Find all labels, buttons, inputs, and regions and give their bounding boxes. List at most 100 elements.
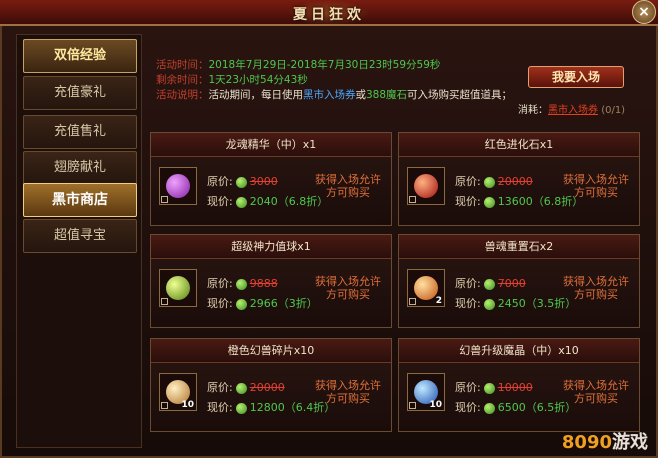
item-name: 橙色幻兽碎片x10 bbox=[151, 339, 391, 363]
tab-recharge-sale[interactable]: 充值售礼 bbox=[23, 115, 137, 149]
event-info: 活动时间：2018年7月29日-2018年7月30日23时59分59秒 剩余时间… bbox=[156, 58, 516, 103]
event-time-line: 活动时间：2018年7月29日-2018年7月30日23时59分59秒 bbox=[156, 58, 516, 73]
item-icon[interactable] bbox=[159, 269, 197, 307]
event-desc-tail: 可入场购买超值道具； bbox=[407, 89, 513, 101]
purchase-note: 获得入场允许方可购买 bbox=[563, 173, 629, 199]
original-price-label: 原价: bbox=[207, 175, 233, 188]
current-price-row: 现价: 2450（3.5折） bbox=[455, 295, 576, 311]
current-price-label: 现价: bbox=[207, 195, 233, 208]
original-price-row: 原价: 10000 bbox=[455, 379, 533, 395]
item-name: 龙魂精华（中）x1 bbox=[151, 133, 391, 157]
original-price: 9888 bbox=[249, 277, 278, 290]
enter-button[interactable]: 我要入场 bbox=[528, 66, 624, 88]
consume-item[interactable]: 黑市入场券 bbox=[548, 105, 598, 116]
item-name: 超级神力值球x1 bbox=[151, 235, 391, 259]
original-price-label: 原价: bbox=[455, 381, 481, 394]
event-time-label: 活动时间： bbox=[156, 59, 209, 71]
consume-label: 消耗： bbox=[518, 105, 548, 116]
lock-icon bbox=[409, 402, 416, 409]
tab-double-exp[interactable]: 双倍经验 bbox=[23, 39, 137, 73]
event-desc-line: 活动说明：活动期间，每日使用黑市入场券或388魔石可入场购买超值道具； bbox=[156, 88, 516, 103]
original-price-row: 原价: 9888 bbox=[207, 275, 278, 291]
gem-icon bbox=[166, 174, 190, 198]
coin-icon bbox=[235, 196, 247, 208]
item-quantity: 10 bbox=[429, 400, 442, 410]
original-price: 10000 bbox=[497, 381, 533, 394]
item-icon[interactable] bbox=[407, 167, 445, 205]
item-quantity: 2 bbox=[435, 296, 442, 306]
item-name: 兽魂重置石x2 bbox=[399, 235, 639, 259]
purchase-note: 获得入场允许方可购买 bbox=[563, 379, 629, 405]
shop-item-card[interactable]: 超级神力值球x1 原价: 9888 现价: 2966（3折） 获得入场允许方可购买 bbox=[150, 234, 392, 328]
lock-icon bbox=[409, 298, 416, 305]
coin-icon bbox=[483, 196, 495, 208]
original-price: 20000 bbox=[249, 381, 285, 394]
purchase-note: 获得入场允许方可购买 bbox=[315, 379, 381, 405]
shop-item-card[interactable]: 幻兽升级魔晶（中）x10 10 原价: 10000 现价: 6500（6.5折） 获… bbox=[398, 338, 640, 432]
item-icon[interactable]: 10 bbox=[159, 373, 197, 411]
coin-icon bbox=[235, 402, 247, 414]
sidebar: 双倍经验 充值豪礼 充值售礼 翅膀献礼 黑市商店 超值寻宝 bbox=[16, 34, 142, 448]
original-price-row: 原价: 7000 bbox=[455, 275, 526, 291]
shop-item-card[interactable]: 橙色幻兽碎片x10 10 原价: 20000 现价: 12800（6.4折） 获得入… bbox=[150, 338, 392, 432]
close-icon[interactable]: × bbox=[632, 0, 656, 24]
current-price: 2966（3折） bbox=[249, 297, 318, 310]
original-price-label: 原价: bbox=[455, 175, 481, 188]
tab-wing-gift[interactable]: 翅膀献礼 bbox=[23, 151, 137, 185]
coin-icon bbox=[483, 402, 495, 414]
current-price-label: 现价: bbox=[455, 401, 481, 414]
flame-stone-icon bbox=[414, 276, 438, 300]
coin-icon bbox=[483, 382, 495, 394]
original-price: 20000 bbox=[497, 175, 533, 188]
orb-icon bbox=[166, 276, 190, 300]
item-name: 幻兽升级魔晶（中）x10 bbox=[399, 339, 639, 363]
coin-icon bbox=[235, 176, 247, 188]
original-price-row: 原价: 3000 bbox=[207, 173, 278, 189]
original-price-label: 原价: bbox=[455, 277, 481, 290]
purchase-note: 获得入场允许方可购买 bbox=[563, 275, 629, 301]
coin-icon bbox=[483, 278, 495, 290]
remain-time-label: 剩余时间： bbox=[156, 74, 209, 86]
current-price-label: 现价: bbox=[207, 401, 233, 414]
current-price-label: 现价: bbox=[207, 297, 233, 310]
current-price-label: 现价: bbox=[455, 297, 481, 310]
coin-icon bbox=[483, 298, 495, 310]
shop-item-card[interactable]: 红色进化石x1 原价: 20000 现价: 13600（6.8折） 获得入场允许方可… bbox=[398, 132, 640, 226]
original-price: 3000 bbox=[249, 175, 278, 188]
event-desc-label: 活动说明： bbox=[156, 89, 209, 101]
original-price-label: 原价: bbox=[207, 381, 233, 394]
purchase-note: 获得入场允许方可购买 bbox=[315, 275, 381, 301]
watermark-text: 游戏 bbox=[612, 432, 648, 453]
shop-item-card[interactable]: 兽魂重置石x2 2 原价: 7000 现价: 2450（3.5折） 获得入场允许方可… bbox=[398, 234, 640, 328]
main-panel: 活动时间：2018年7月29日-2018年7月30日23时59分59秒 剩余时间… bbox=[146, 34, 646, 448]
remain-time-line: 剩余时间：1天23小时54分43秒 bbox=[156, 73, 516, 88]
shop-item-card[interactable]: 龙魂精华（中）x1 原价: 3000 现价: 2040（6.8折） 获得入场允许方可… bbox=[150, 132, 392, 226]
event-desc-or: 或 bbox=[355, 89, 367, 101]
coin-icon bbox=[235, 278, 247, 290]
title-bar: 夏日狂欢 × bbox=[0, 0, 658, 26]
window-title: 夏日狂欢 bbox=[293, 7, 365, 23]
event-desc-text: 活动期间，每日使用 bbox=[208, 89, 304, 101]
item-icon[interactable]: 2 bbox=[407, 269, 445, 307]
lock-icon bbox=[161, 402, 168, 409]
coin-icon bbox=[235, 382, 247, 394]
original-price-row: 原价: 20000 bbox=[455, 173, 533, 189]
lock-icon bbox=[161, 298, 168, 305]
current-price-row: 现价: 6500（6.5折） bbox=[455, 399, 576, 415]
item-icon[interactable]: 10 bbox=[407, 373, 445, 411]
original-price: 7000 bbox=[497, 277, 526, 290]
watermark-number: 8090 bbox=[561, 432, 612, 453]
tab-recharge-gift[interactable]: 充值豪礼 bbox=[23, 76, 137, 110]
remain-time-value: 1天23小时54分43秒 bbox=[208, 74, 308, 86]
current-price-row: 现价: 2040（6.8折） bbox=[207, 193, 328, 209]
tab-treasure-hunt[interactable]: 超值寻宝 bbox=[23, 219, 137, 253]
ticket-link[interactable]: 黑市入场券 bbox=[303, 89, 356, 101]
event-time-value: 2018年7月29日-2018年7月30日23时59分59秒 bbox=[208, 59, 441, 71]
item-quantity: 10 bbox=[181, 400, 194, 410]
magic-stone-text: 388魔石 bbox=[366, 89, 408, 101]
tab-black-market[interactable]: 黑市商店 bbox=[23, 183, 137, 217]
item-icon[interactable] bbox=[159, 167, 197, 205]
purchase-note: 获得入场允许方可购买 bbox=[315, 173, 381, 199]
lock-icon bbox=[161, 196, 168, 203]
lock-icon bbox=[409, 196, 416, 203]
